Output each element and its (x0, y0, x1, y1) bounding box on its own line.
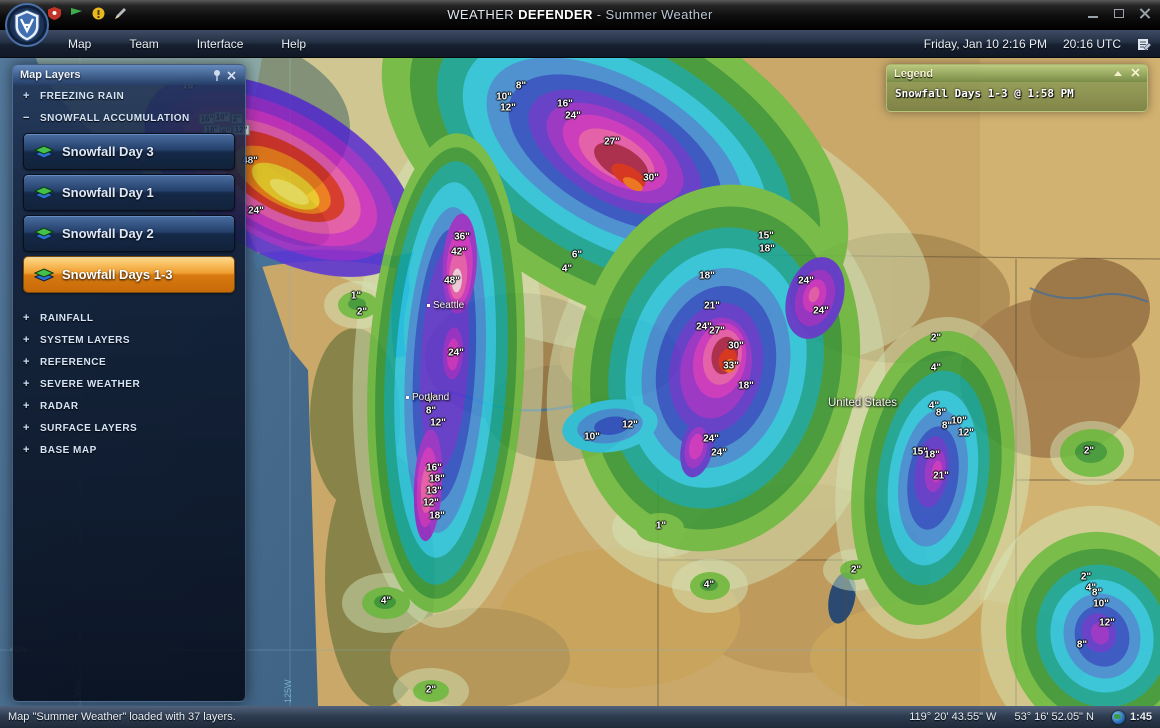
expander-icon[interactable]: + (23, 378, 33, 390)
layer-group-label: SURFACE LAYERS (40, 422, 138, 434)
layer-button-snowfall-days-1-3[interactable]: Snowfall Days 1-3 (23, 256, 235, 293)
layer-button-label: Snowfall Day 3 (62, 144, 154, 159)
title-document: - Summer Weather (592, 7, 713, 22)
collapse-icon[interactable]: − (23, 112, 33, 124)
layer-group-system-layers[interactable]: + SYSTEM LAYERS (13, 329, 245, 351)
legend-close-icon[interactable] (1131, 67, 1140, 80)
layer-button-snowfall-day-2[interactable]: Snowfall Day 2 (23, 215, 235, 252)
menu-team[interactable]: Team (125, 35, 162, 53)
layers-icon (34, 267, 54, 282)
menu-help[interactable]: Help (277, 35, 310, 53)
layers-icon (34, 185, 54, 200)
layer-group-label: BASE MAP (40, 444, 97, 456)
window-controls (1088, 8, 1150, 18)
status-message: Map "Summer Weather" loaded with 37 laye… (8, 711, 236, 723)
layers-icon (34, 144, 54, 159)
close-button[interactable] (1140, 8, 1150, 18)
legend-header[interactable]: Legend (887, 65, 1147, 82)
layer-button-label: Snowfall Day 2 (62, 226, 154, 241)
status-bar: Map "Summer Weather" loaded with 37 laye… (0, 706, 1160, 728)
expander-icon[interactable]: + (23, 312, 33, 324)
layers-icon (34, 226, 54, 241)
title-app-bold: DEFENDER (518, 7, 593, 22)
layer-button-snowfall-day-3[interactable]: Snowfall Day 3 (23, 133, 235, 170)
maximize-button[interactable] (1114, 8, 1124, 18)
layer-group-label: REFERENCE (40, 356, 107, 368)
expander-icon[interactable]: + (23, 356, 33, 368)
cursor-latitude: 53° 16' 52.05" N (1014, 711, 1094, 723)
menu-bar: Map Team Interface Help Friday, Jan 10 2… (0, 30, 1160, 58)
local-datetime: Friday, Jan 10 2:16 PM (923, 37, 1047, 51)
pin-icon[interactable] (210, 68, 224, 82)
menu-map[interactable]: Map (64, 35, 95, 53)
expander-icon[interactable]: + (23, 444, 33, 456)
panel-close-icon[interactable] (224, 68, 238, 82)
layer-group-base-map[interactable]: + BASE MAP (13, 439, 245, 461)
window-title: WEATHER DEFENDER - Summer Weather (0, 7, 1160, 22)
layer-group-label: RADAR (40, 400, 79, 412)
expander-icon[interactable]: + (23, 334, 33, 346)
map-layers-panel-header[interactable]: Map Layers (13, 65, 245, 85)
refresh-countdown: 1:45 (1129, 711, 1152, 723)
rollup-icon[interactable] (1114, 71, 1122, 76)
map-layers-title: Map Layers (20, 69, 81, 81)
layer-group-snowfall-accumulation[interactable]: − SNOWFALL ACCUMULATION (13, 107, 245, 129)
expander-icon[interactable]: + (23, 400, 33, 412)
map-layers-panel: Map Layers + FREEZING RAIN − SNOWFALL AC… (12, 64, 246, 702)
legend-entry: Snowfall Days 1-3 @ 1:58 PM (895, 87, 1074, 100)
menu-interface[interactable]: Interface (193, 35, 248, 53)
layer-group-label: FREEZING RAIN (40, 90, 125, 102)
legend-title: Legend (894, 67, 934, 80)
menu-right-status: Friday, Jan 10 2:16 PM 20:16 UTC (924, 30, 1152, 58)
expander-icon[interactable]: + (23, 422, 33, 434)
menu-items: Map Team Interface Help (64, 30, 310, 58)
layer-group-surface-layers[interactable]: + SURFACE LAYERS (13, 417, 245, 439)
legend-panel: Legend Snowfall Days 1-3 @ 1:58 PM (886, 64, 1148, 112)
layer-group-radar[interactable]: + RADAR (13, 395, 245, 417)
layer-button-snowfall-day-1[interactable]: Snowfall Day 1 (23, 174, 235, 211)
report-icon[interactable] (1137, 37, 1152, 51)
utc-time: 20:16 UTC (1062, 37, 1121, 51)
status-right: 119° 20' 43.55" W 53° 16' 52.05" N 1:45 (909, 710, 1152, 724)
layer-group-freezing-rain[interactable]: + FREEZING RAIN (13, 85, 245, 107)
layer-group-label: SNOWFALL ACCUMULATION (40, 112, 190, 124)
layer-group-reference[interactable]: + REFERENCE (13, 351, 245, 373)
minimize-button[interactable] (1088, 16, 1098, 18)
layer-group-label: SEVERE WEATHER (40, 378, 141, 390)
cursor-longitude: 119° 20' 43.55" W (909, 711, 997, 723)
title-bar[interactable]: WEATHER DEFENDER - Summer Weather (0, 0, 1160, 30)
layer-group-label: RAINFALL (40, 312, 94, 324)
app-logo-shield[interactable] (4, 2, 50, 48)
globe-icon (1111, 710, 1125, 724)
refresh-clock-chip: 1:45 (1111, 710, 1152, 724)
layer-button-label: Snowfall Day 1 (62, 185, 154, 200)
layer-group-severe-weather[interactable]: + SEVERE WEATHER (13, 373, 245, 395)
layer-group-rainfall[interactable]: + RAINFALL (13, 307, 245, 329)
layer-button-label: Snowfall Days 1-3 (62, 267, 173, 282)
layer-group-label: SYSTEM LAYERS (40, 334, 131, 346)
expander-icon[interactable]: + (23, 90, 33, 102)
title-app-name: WEATHER (447, 7, 519, 22)
